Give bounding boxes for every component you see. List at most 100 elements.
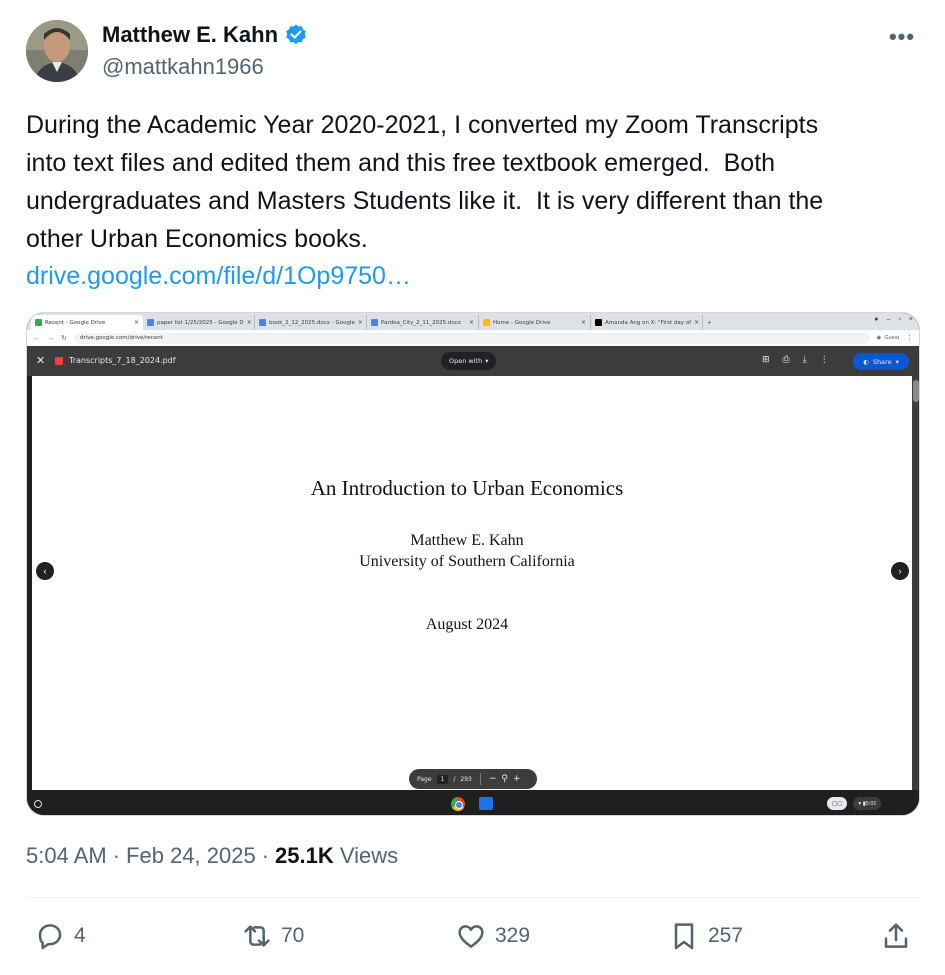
close-icon: × <box>133 319 139 326</box>
avatar[interactable] <box>26 20 88 82</box>
tweet-actions: 4 70 329 257 <box>34 920 914 956</box>
more-options-icon[interactable]: ••• <box>884 22 920 52</box>
tab-label: Amanda Ang on X: "First day of <box>605 319 692 326</box>
files-app-icon <box>479 797 493 810</box>
meta-dot: · <box>261 843 270 868</box>
repost-count: 70 <box>281 924 305 947</box>
holding-space-icon: ▢▢ <box>827 797 848 810</box>
forward-icon: → <box>47 334 54 342</box>
repost-icon <box>244 925 270 947</box>
tweet-meta: 5:04 AM · Feb 24, 2025 · 25.1K Views <box>26 843 398 869</box>
launcher-icon <box>34 800 42 808</box>
browser-tabstrip: Recent - Google Drive × paper list 1/25/… <box>27 313 919 330</box>
meta-dot: · <box>112 843 121 868</box>
close-icon: × <box>357 319 363 326</box>
caret-down-icon: ▾ <box>485 357 489 365</box>
viewer-actions: ⊞ ⎙ ⤓ ⋮ <box>762 354 829 365</box>
back-icon: ← <box>33 334 40 342</box>
tweet-text: During the Academic Year 2020-2021, I co… <box>26 111 824 253</box>
clock-time: 5:01 <box>865 800 877 807</box>
browser-toolbar: ← → ↻ drive.google.com/drive/recent ◉ Gu… <box>27 330 919 346</box>
tweet-header: Matthew E. Kahn @mattkahn1966 ••• <box>26 20 920 84</box>
browser-tab: Home - Google Drive × <box>479 315 591 330</box>
window-controls: ● – ▫ × <box>874 316 913 323</box>
author-name-row: Matthew E. Kahn <box>102 22 308 48</box>
browser-tab: Pardoa_City_2_11_2025.docx × <box>367 315 479 330</box>
docs-icon <box>371 319 378 326</box>
download-icon: ⤓ <box>802 354 807 364</box>
reload-icon: ↻ <box>61 335 67 342</box>
kebab-menu-icon: ⋮ <box>906 335 913 342</box>
address-bar: drive.google.com/drive/recent <box>73 332 870 344</box>
guest-label: Guest <box>884 335 899 341</box>
divider <box>479 773 481 785</box>
kebab-menu-icon: ⋮ <box>819 354 829 364</box>
tweet-time[interactable]: 5:04 AM <box>26 843 107 869</box>
share-button[interactable] <box>880 920 912 952</box>
divider <box>26 897 920 898</box>
zoom-in-icon: + <box>512 774 521 784</box>
reply-icon <box>38 924 62 950</box>
docs-icon <box>259 319 266 326</box>
x-logo-icon <box>595 319 602 326</box>
document-institution: University of Southern California <box>359 553 575 570</box>
browser-tab: book_2_12_2025.docx - Google × <box>255 315 367 330</box>
document-date: August 2024 <box>425 616 509 633</box>
reply-count: 4 <box>74 924 86 947</box>
profile-icon: ◉ <box>876 335 882 341</box>
tab-label: paper list 1/25/2025 - Google D <box>157 319 244 326</box>
previous-arrow-icon: ‹ <box>36 562 54 580</box>
os-shelf: ▢▢ ▾ ▮ 5:01 <box>27 790 919 815</box>
author-handle[interactable]: @mattkahn1966 <box>102 54 264 80</box>
system-tray: ▢▢ ▾ ▮ 5:01 <box>827 797 882 810</box>
print-icon: ⎙ <box>782 354 790 364</box>
docs-icon <box>147 319 154 326</box>
zoom-out-icon: − <box>488 774 497 784</box>
new-tab-icon: + <box>707 319 712 326</box>
like-button[interactable]: 329 <box>455 920 530 952</box>
guest-profile: ◉ Guest <box>877 335 900 341</box>
minimize-icon: – <box>886 316 891 323</box>
add-comment-icon: ⊞ <box>762 354 770 364</box>
bookmark-icon <box>674 923 694 950</box>
browser-tab: Recent - Google Drive × <box>31 315 143 330</box>
tab-label: Home - Google Drive <box>493 319 551 326</box>
tab-label: Recent - Google Drive <box>45 319 106 326</box>
scroll-thumb <box>913 380 919 402</box>
zoom-icon: ⚲ <box>501 774 508 784</box>
open-with-button: Open with ▾ <box>441 352 497 370</box>
browser-tab: paper list 1/25/2025 - Google D × <box>143 315 255 330</box>
document-title: An Introduction to Urban Economics <box>310 476 624 500</box>
document-author: Matthew E. Kahn <box>410 532 524 549</box>
close-icon: ✕ <box>36 355 46 367</box>
close-icon: × <box>468 319 474 326</box>
close-icon: × <box>694 319 700 326</box>
heart-icon <box>458 925 484 948</box>
next-arrow-icon: › <box>891 562 909 580</box>
total-pages: 293 <box>460 775 472 783</box>
share-icon <box>884 923 908 948</box>
bookmark-button[interactable]: 257 <box>668 920 743 952</box>
pdf-page: An Introduction to Urban Economics Matth… <box>32 376 912 790</box>
profile-icon: ● <box>874 316 879 323</box>
reply-button[interactable]: 4 <box>34 920 86 952</box>
close-icon: × <box>580 319 586 326</box>
share-button: ◐ Share ▾ <box>853 353 909 370</box>
views-label: Views <box>339 843 399 868</box>
close-icon: × <box>246 319 252 326</box>
globe-icon: ◐ <box>863 357 869 366</box>
open-with-label: Open with <box>449 357 483 365</box>
tweet-link[interactable]: drive.google.com/file/d/1Op9750… <box>26 257 411 295</box>
repost-button[interactable]: 70 <box>241 920 304 952</box>
tab-label: book_2_12_2025.docx - Google <box>269 319 355 326</box>
pdf-file-icon <box>55 357 63 365</box>
like-count: 329 <box>495 924 531 947</box>
scrollbar <box>912 376 919 790</box>
author-name[interactable]: Matthew E. Kahn <box>102 22 278 48</box>
drive-icon <box>35 319 42 326</box>
tweet-media-screenshot[interactable]: Recent - Google Drive × paper list 1/25/… <box>26 312 920 816</box>
tweet-date[interactable]: Feb 24, 2025 <box>126 843 256 869</box>
page-label: Page <box>417 775 432 783</box>
close-icon: × <box>908 316 913 323</box>
views-count: 25.1K <box>275 843 334 868</box>
